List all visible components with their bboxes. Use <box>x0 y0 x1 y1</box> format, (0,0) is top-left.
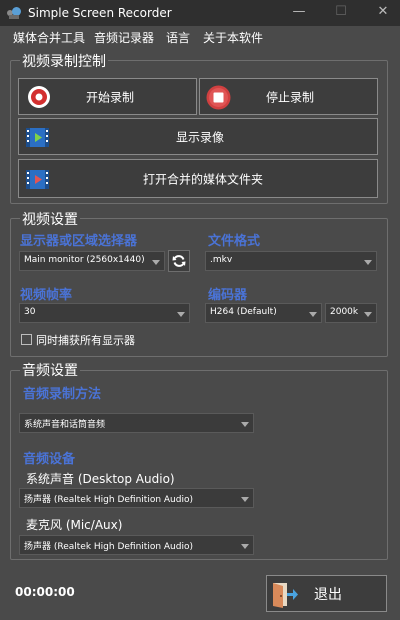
start-recording-label: 开始录制 <box>86 90 135 104</box>
frame-rate-label: 视频帧率 <box>20 288 73 303</box>
audio-method-dropdown[interactable]: 系统声音和话筒音频 <box>19 413 254 433</box>
microphone-value: 扬声器 (Realtek High Definition Audio) <box>24 542 193 552</box>
stop-icon <box>206 85 231 110</box>
encoder-value: H264 (Default) <box>210 307 277 317</box>
refresh-button[interactable] <box>168 250 190 272</box>
stop-recording-label: 停止录制 <box>266 90 315 104</box>
chevron-down-icon <box>364 312 372 317</box>
capture-all-displays-label: 同时捕获所有显示器 <box>36 334 135 347</box>
audio-method-label: 音频录制方法 <box>23 387 102 402</box>
chevron-down-icon <box>241 544 249 549</box>
bitrate-dropdown[interactable]: 2000k <box>325 303 377 323</box>
chevron-down-icon <box>241 497 249 502</box>
frame-rate-value: 30 <box>24 307 36 317</box>
menu-audio-recorder[interactable]: 音频记录器 <box>94 29 154 46</box>
display-selector-dropdown[interactable]: Main monitor (2560x1440) <box>19 251 165 271</box>
window-title: Simple Screen Recorder <box>28 6 172 20</box>
display-selector-value: Main monitor (2560x1440) <box>24 255 145 265</box>
show-recording-button[interactable]: 显示录像 <box>18 118 378 155</box>
display-selector-label: 显示器或区域选择器 <box>20 234 138 249</box>
open-merged-folder-label: 打开合并的媒体文件夹 <box>143 172 264 186</box>
show-recording-label: 显示录像 <box>176 130 225 144</box>
refresh-icon <box>172 255 186 267</box>
open-merged-folder-button[interactable]: 打开合并的媒体文件夹 <box>18 159 378 198</box>
system-audio-value: 扬声器 (Realtek High Definition Audio) <box>24 495 193 505</box>
file-format-label: 文件格式 <box>208 234 261 249</box>
microphone-dropdown[interactable]: 扬声器 (Realtek High Definition Audio) <box>19 535 254 555</box>
minimize-button[interactable]: — <box>282 0 316 26</box>
chevron-down-icon <box>364 260 372 265</box>
maximize-button[interactable]: ☐ <box>324 0 358 26</box>
app-logo-icon <box>7 6 21 19</box>
audio-device-label: 音频设备 <box>23 452 76 467</box>
encoder-label: 编码器 <box>208 288 248 303</box>
system-audio-dropdown[interactable]: 扬声器 (Realtek High Definition Audio) <box>19 488 254 508</box>
record-icon <box>28 86 50 108</box>
chevron-down-icon <box>152 260 160 265</box>
frame-rate-dropdown[interactable]: 30 <box>19 303 190 323</box>
microphone-label: 麦克风 (Mic/Aux) <box>26 518 123 532</box>
film-play-icon <box>26 128 49 147</box>
capture-all-displays-checkbox[interactable] <box>21 334 32 345</box>
exit-label: 退出 <box>314 586 342 603</box>
chevron-down-icon <box>177 312 185 317</box>
title-bar: Simple Screen Recorder — ☐ ✕ <box>0 0 400 26</box>
video-control-title: 视频录制控制 <box>20 51 108 71</box>
chevron-down-icon <box>309 312 317 317</box>
audio-settings-title: 音频设置 <box>20 360 80 380</box>
menu-bar: 媒体合并工具 音频记录器 语言 关于本软件 <box>0 26 400 46</box>
system-audio-label: 系统声音 (Desktop Audio) <box>26 472 175 486</box>
close-button[interactable]: ✕ <box>366 0 400 26</box>
menu-language[interactable]: 语言 <box>166 29 190 46</box>
exit-door-icon <box>273 583 298 608</box>
start-recording-button[interactable]: 开始录制 <box>18 78 197 115</box>
menu-media-merge[interactable]: 媒体合并工具 <box>13 29 85 46</box>
menu-about[interactable]: 关于本软件 <box>203 29 263 46</box>
file-format-value: .mkv <box>210 255 233 265</box>
film-folder-icon <box>26 170 49 189</box>
recording-timer: 00:00:00 <box>15 585 75 599</box>
file-format-dropdown[interactable]: .mkv <box>205 251 377 271</box>
exit-button[interactable]: 退出 <box>266 575 387 612</box>
video-settings-title: 视频设置 <box>20 209 80 229</box>
encoder-dropdown[interactable]: H264 (Default) <box>205 303 322 323</box>
audio-method-value: 系统声音和话筒音频 <box>24 420 106 430</box>
bitrate-value: 2000k <box>330 307 359 317</box>
stop-recording-button[interactable]: 停止录制 <box>199 78 378 115</box>
chevron-down-icon <box>241 422 249 427</box>
